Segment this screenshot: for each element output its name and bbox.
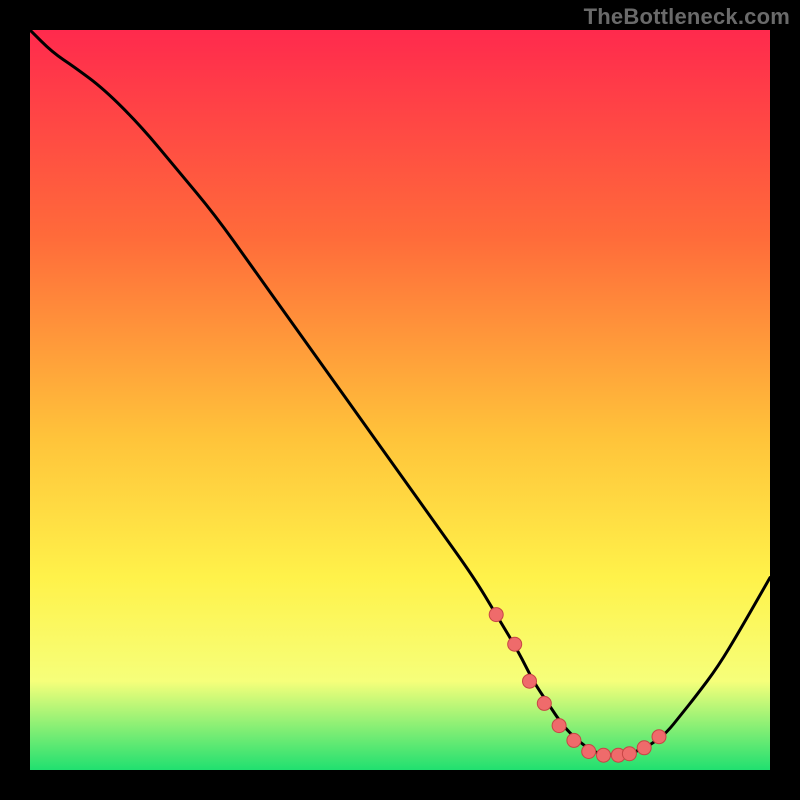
highlight-dot: [567, 733, 581, 747]
highlight-dot: [537, 696, 551, 710]
highlight-dot: [652, 730, 666, 744]
gradient-background: [30, 30, 770, 770]
highlight-dot: [637, 741, 651, 755]
highlight-dot: [523, 674, 537, 688]
highlight-dot: [622, 747, 636, 761]
chart-svg: [30, 30, 770, 770]
chart-frame: TheBottleneck.com: [0, 0, 800, 800]
highlight-dot: [582, 745, 596, 759]
highlight-dot: [489, 608, 503, 622]
watermark-text: TheBottleneck.com: [584, 4, 790, 30]
highlight-dot: [597, 748, 611, 762]
plot-area: [30, 30, 770, 770]
highlight-dot: [552, 719, 566, 733]
highlight-dot: [508, 637, 522, 651]
